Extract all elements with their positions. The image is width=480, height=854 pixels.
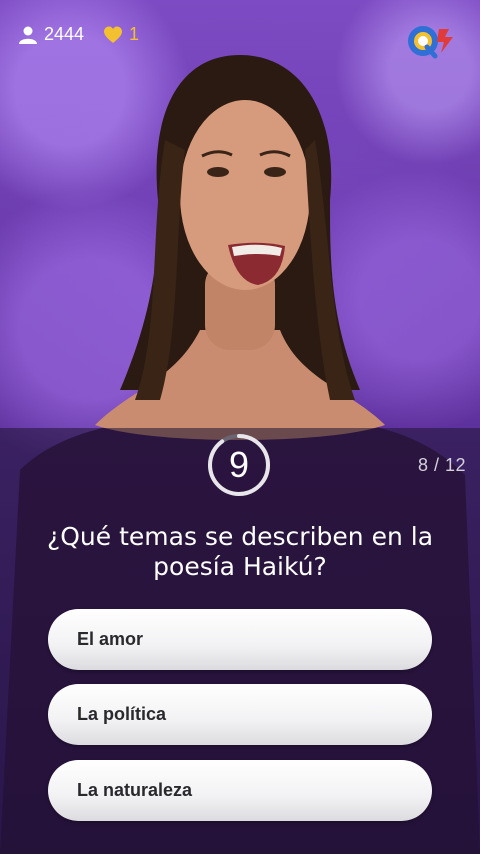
answer-label: La naturaleza <box>77 780 193 800</box>
top-bar: 2444 1 <box>0 0 480 70</box>
answer-option-3[interactable]: La naturaleza <box>48 760 432 821</box>
countdown-timer: 9 <box>206 432 272 498</box>
answer-label: La política <box>77 704 167 724</box>
question-text: ¿Qué temas se describen en la poesía Hai… <box>46 522 434 581</box>
q12-logo <box>408 26 453 59</box>
timer-value: 9 <box>228 444 250 485</box>
answer-option-1[interactable]: El amor <box>48 609 432 670</box>
user-icon <box>19 26 37 44</box>
answer-label: El amor <box>77 629 144 649</box>
answer-option-2[interactable]: La política <box>48 684 432 745</box>
players-counter: 2444 <box>18 24 84 45</box>
heart-icon <box>104 26 122 43</box>
question-progress: 8 / 12 <box>417 455 466 475</box>
players-count: 2444 <box>44 24 85 44</box>
lives-count: 1 <box>129 24 140 44</box>
lives-counter: 1 <box>103 24 139 45</box>
